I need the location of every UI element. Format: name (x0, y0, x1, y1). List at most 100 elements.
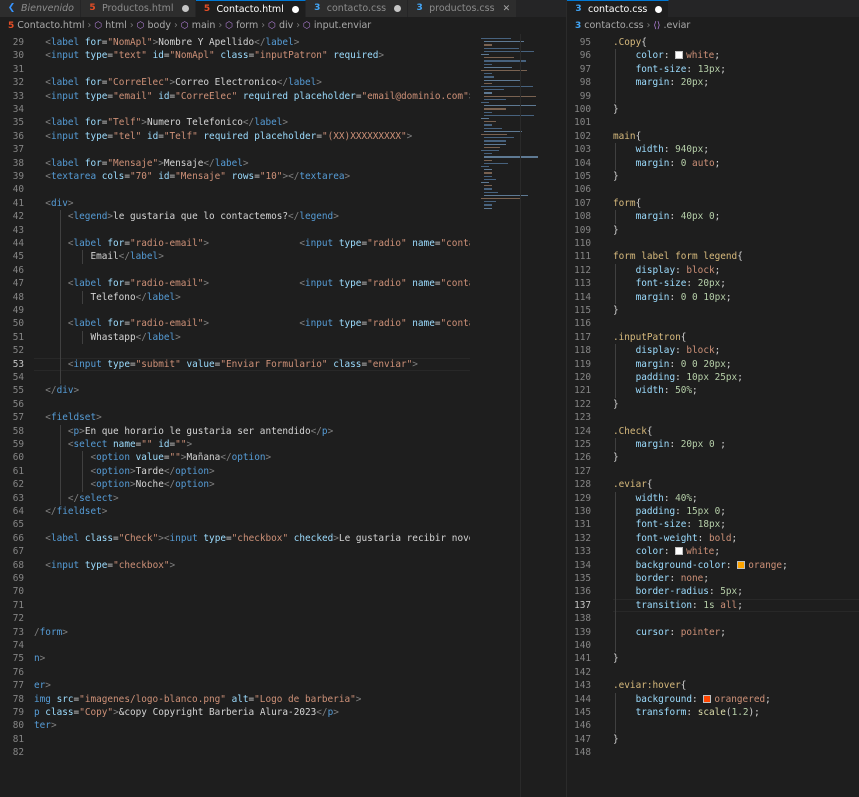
code-line[interactable]: font-weight: bold; (613, 532, 738, 545)
tab-contacto-html[interactable]: 5 Contacto.html (195, 0, 306, 17)
color-swatch[interactable] (703, 694, 712, 703)
breadcrumb-item[interactable]: ⬡ main (181, 20, 216, 31)
code-line[interactable]: margin: 40px 0; (613, 210, 721, 223)
code-line[interactable]: color: white; (613, 49, 720, 62)
code-line[interactable]: </fieldset> (34, 505, 107, 518)
color-swatch[interactable] (737, 560, 746, 569)
minimap[interactable] (475, 34, 545, 214)
code-line[interactable]: Email</label> (34, 250, 163, 263)
code-line[interactable]: display: block; (613, 264, 721, 277)
code-line[interactable]: p class="Copy">&copy Copyright Barberia … (34, 706, 339, 719)
code-line[interactable]: cursor: pointer; (613, 626, 726, 639)
code-area[interactable]: <label for="NomApl">Nombre Y Apellido</l… (34, 34, 470, 797)
code-line[interactable]: <label for="radio-email"> <input type="r… (34, 237, 470, 250)
breadcrumb-item[interactable]: 3 contacto.css (575, 20, 644, 31)
code-line[interactable]: <textarea cols="70" id="Mensaje" rows="1… (34, 170, 350, 183)
code-line[interactable]: margin: 20px 0 ; (613, 438, 726, 451)
breadcrumb-item[interactable]: 5 Contacto.html (8, 20, 85, 31)
code-line[interactable]: } (613, 103, 619, 116)
tab-productos-css[interactable]: 3 productos.css ✕ (408, 0, 518, 17)
code-line[interactable]: } (613, 733, 619, 746)
code-line[interactable]: <option>Noche</option> (34, 478, 214, 491)
code-line[interactable]: <input type="submit" value="Enviar Formu… (34, 358, 418, 371)
code-line[interactable]: <input type="text" id="NomApl" class="in… (34, 49, 384, 62)
code-line[interactable]: <label class="Check"><input type="checkb… (34, 532, 470, 545)
code-line[interactable]: <input type="tel" id="Telf" required pla… (34, 130, 412, 143)
code-line[interactable]: </select> (34, 492, 119, 505)
code-line[interactable]: Telefono</label> (34, 291, 180, 304)
code-line[interactable]: <label for="NomApl">Nombre Y Apellido</l… (34, 36, 299, 49)
tab-contacto-css[interactable]: 3 contacto.css (305, 0, 409, 17)
code-line[interactable]: <legend>le gustaria que lo contactemos?<… (34, 210, 339, 223)
code-line[interactable]: </div> (34, 384, 79, 397)
modified-dot-icon[interactable] (181, 5, 189, 12)
code-line[interactable]: margin: 0 auto; (613, 157, 721, 170)
code-line[interactable]: <p>En que horario le gustaria ser antend… (34, 425, 333, 438)
code-line[interactable]: <div> (34, 197, 73, 210)
code-line[interactable]: transform: scale(1.2); (613, 706, 760, 719)
code-line[interactable]: background-color: orange; (613, 559, 788, 572)
breadcrumb-item[interactable]: ⬡ div (268, 20, 293, 31)
code-line[interactable]: .Check{ (613, 425, 653, 438)
code-line[interactable]: width: 40%; (613, 492, 698, 505)
code-line[interactable]: <input type="checkbox"> (34, 559, 175, 572)
code-line[interactable]: .Copy{ (613, 36, 647, 49)
modified-dot-icon[interactable] (394, 5, 402, 12)
code-line[interactable]: .eviar:hover{ (613, 679, 686, 692)
code-line[interactable]: form label form legend{ (613, 250, 743, 263)
css-code-editor[interactable]: 95 96 97 98 99 100 101 102 103 104 105 106 107 108 109… (567, 34, 859, 797)
code-line[interactable]: font-size: 18px; (613, 518, 726, 531)
breadcrumb-item[interactable]: ⬡ input.enviar (303, 20, 371, 31)
code-line[interactable]: } (613, 398, 619, 411)
code-line[interactable]: <input type="email" id="CorreElec" requi… (34, 90, 470, 103)
code-line[interactable]: /form> (34, 626, 68, 639)
code-line[interactable]: er> (34, 679, 51, 692)
tab-productos-html[interactable]: 5 Productos.html (81, 0, 196, 17)
tab-bienvenido[interactable]: ❮ Bienvenido (0, 0, 81, 17)
code-line[interactable]: } (613, 652, 619, 665)
code-line[interactable]: img src="imagenes/logo-blanco.png" alt="… (34, 693, 361, 706)
tab-contacto-css[interactable]: 3 contacto.css (567, 0, 670, 17)
code-line[interactable]: .inputPatron{ (613, 331, 686, 344)
code-line[interactable]: } (613, 170, 619, 183)
code-line[interactable]: padding: 10px 25px; (613, 371, 743, 384)
code-line[interactable]: <select name="" id=""> (34, 438, 192, 451)
color-swatch[interactable] (675, 547, 684, 556)
code-line[interactable]: font-size: 20px; (613, 277, 726, 290)
modified-dot-icon[interactable] (291, 5, 299, 13)
breadcrumb-item[interactable]: ⬡ form (225, 20, 258, 31)
close-icon[interactable]: ✕ (503, 4, 511, 14)
code-area[interactable]: .Copy{ color: white; font-size: 13px; ma… (613, 34, 859, 797)
code-line[interactable]: } (613, 451, 619, 464)
code-line[interactable]: <option value="">Mañana</option> (34, 451, 271, 464)
code-line[interactable]: main{ (613, 130, 641, 143)
breadcrumb-item[interactable]: ⬡ html (94, 20, 127, 31)
code-line[interactable]: display: block; (613, 344, 721, 357)
code-line[interactable]: font-size: 13px; (613, 63, 726, 76)
code-line[interactable]: background: orangered; (613, 693, 771, 706)
code-line[interactable]: margin: 0 0 20px; (613, 358, 732, 371)
code-line[interactable]: margin: 0 0 10px; (613, 291, 732, 304)
code-line[interactable]: <label for="radio-email"> <input type="r… (34, 277, 470, 290)
code-line[interactable]: ter> (34, 719, 57, 732)
code-line[interactable]: border: none; (613, 572, 709, 585)
color-swatch[interactable] (675, 51, 684, 60)
code-line[interactable]: width: 940px; (613, 143, 709, 156)
modified-dot-icon[interactable] (655, 5, 663, 13)
code-line[interactable]: } (613, 304, 619, 317)
code-line[interactable]: Whastapp</label> (34, 331, 180, 344)
code-line[interactable]: transition: 1s all; (613, 599, 743, 612)
code-line[interactable]: border-radius: 5px; (613, 585, 743, 598)
code-line[interactable]: <label for="radio-email"> <input type="r… (34, 317, 470, 330)
breadcrumb-item[interactable]: ⬡ body (137, 20, 171, 31)
code-line[interactable]: width: 50%; (613, 384, 698, 397)
code-line[interactable]: n> (34, 652, 45, 665)
code-line[interactable]: padding: 15px 0; (613, 505, 726, 518)
code-line[interactable]: <fieldset> (34, 411, 101, 424)
code-line[interactable]: <label for="Telf">Numero Telefonico</lab… (34, 116, 288, 129)
code-line[interactable]: .eviar{ (613, 478, 653, 491)
code-line[interactable]: } (613, 224, 619, 237)
code-line[interactable]: <option>Tarde</option> (34, 465, 214, 478)
code-line[interactable]: <label for="CorreElec">Correo Electronic… (34, 76, 322, 89)
code-line[interactable]: form{ (613, 197, 641, 210)
